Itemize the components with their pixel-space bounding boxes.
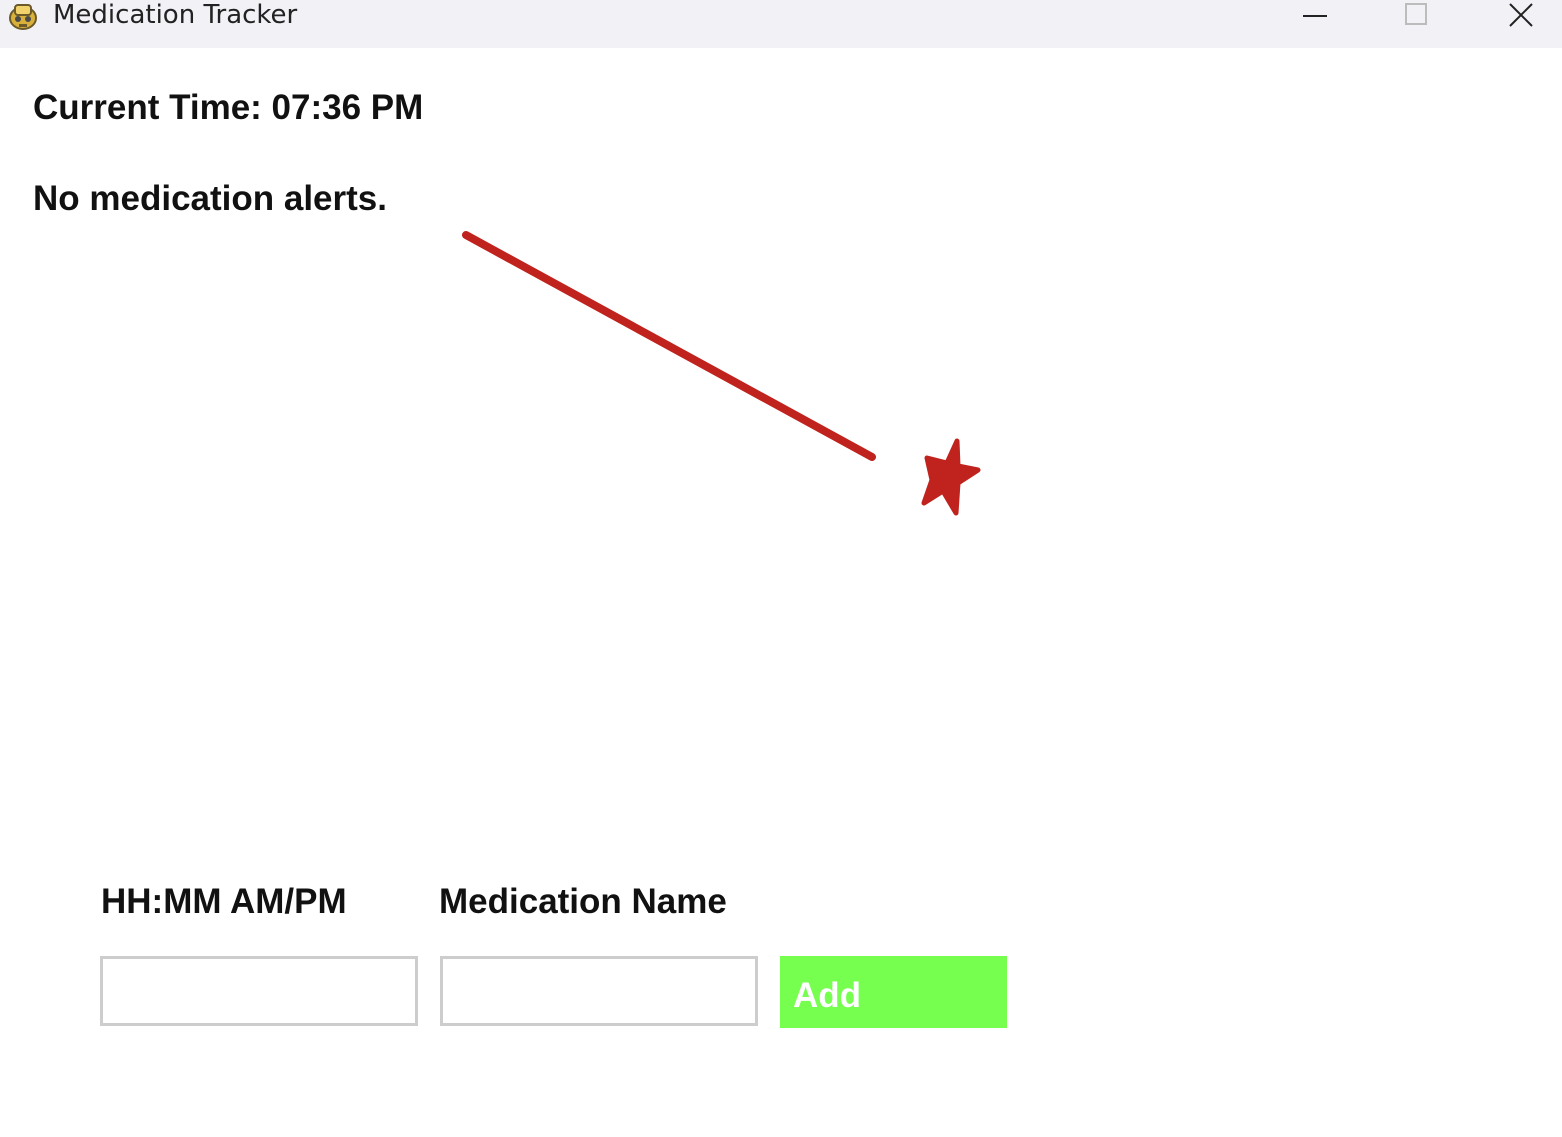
current-time-label: Current Time: 07:36 PM [33, 88, 424, 127]
close-button[interactable] [1491, 0, 1551, 32]
window-title: Medication Tracker [53, 0, 298, 30]
time-input[interactable] [100, 956, 418, 1026]
close-icon [1509, 3, 1533, 27]
add-button[interactable]: Add [780, 956, 1007, 1028]
medication-name-input[interactable] [440, 956, 758, 1026]
app-icon [9, 4, 37, 30]
medication-name-label: Medication Name [439, 882, 727, 921]
minimize-button[interactable] [1285, 0, 1345, 32]
minimize-icon [1303, 15, 1327, 17]
title-bar[interactable]: Medication Tracker [0, 0, 1562, 48]
time-field-label: HH:MM AM/PM [101, 882, 347, 921]
maximize-icon [1405, 3, 1427, 25]
medication-alerts-label: No medication alerts. [33, 179, 387, 218]
annotation-arrow-line [462, 231, 876, 461]
medication-tracker-window: Medication Tracker Current Time: 07:36 P… [0, 0, 1562, 1137]
annotation-star-icon [921, 438, 981, 516]
maximize-button[interactable] [1386, 0, 1446, 32]
